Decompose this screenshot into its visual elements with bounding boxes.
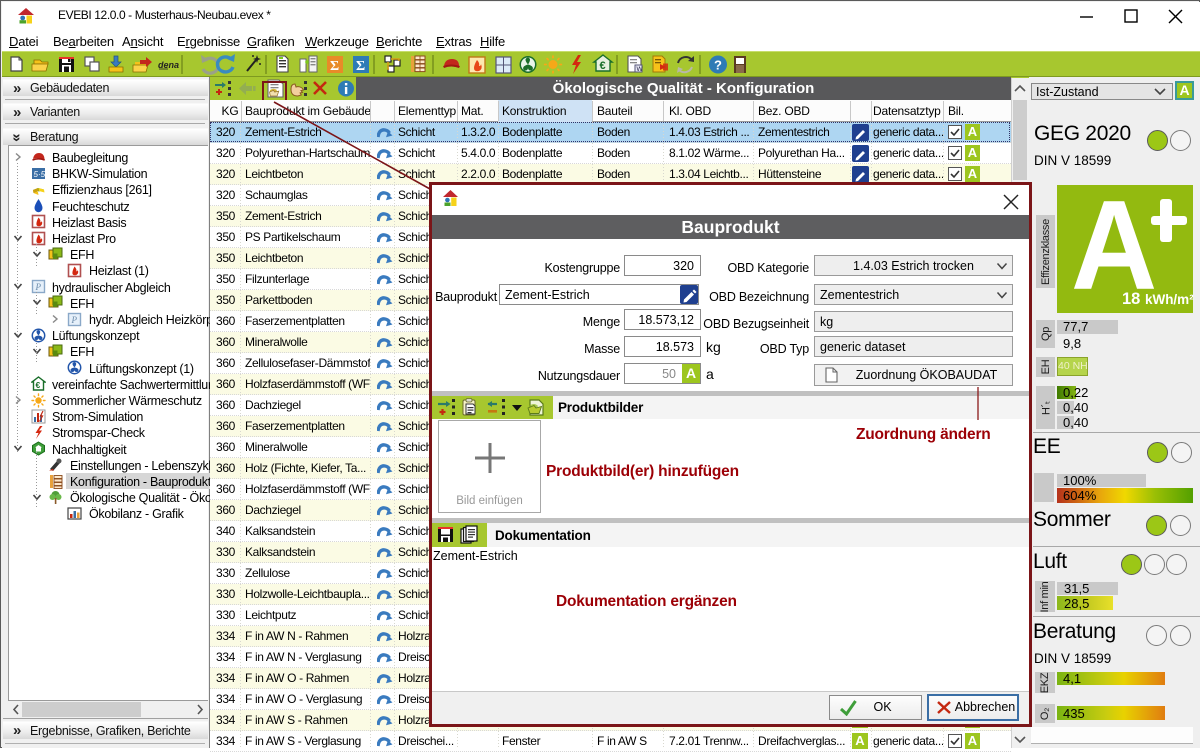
svg-text:W: W xyxy=(637,66,644,73)
svg-text:P: P xyxy=(35,282,42,292)
svg-text:5·5: 5·5 xyxy=(34,170,46,179)
svg-text:?: ? xyxy=(714,58,722,73)
svg-text:Σ: Σ xyxy=(330,59,339,74)
svg-text:dena: dena xyxy=(158,60,179,70)
svg-text:€: € xyxy=(600,60,606,72)
svg-text:Σ: Σ xyxy=(356,59,365,74)
svg-text:€: € xyxy=(36,380,41,390)
svg-text:P: P xyxy=(71,315,78,325)
